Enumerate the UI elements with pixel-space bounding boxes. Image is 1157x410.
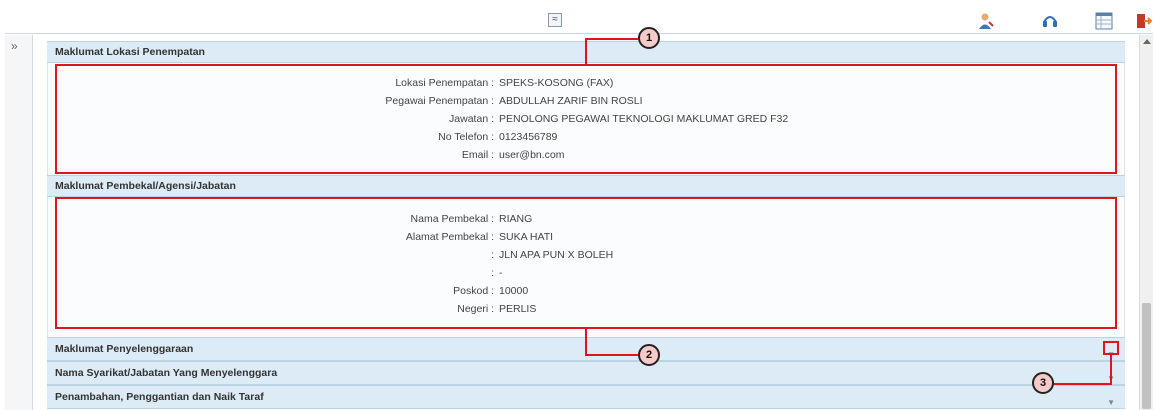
logout-icon[interactable] [1135,12,1153,30]
callout-line [1110,355,1112,384]
section-title: Maklumat Penyelenggaraan [55,343,194,355]
collapse-up-icon[interactable]: ≈ [548,13,562,27]
user-icon[interactable] [977,12,995,30]
section-title: Penambahan, Penggantian dan Naik Taraf [55,391,264,403]
callout-marker-3: 3 [1032,372,1054,394]
section-title: Nama Syarikat/Jabatan Yang Menyelenggara [55,367,278,379]
grid-icon[interactable] [1095,12,1113,30]
callout-marker-1: 1 [638,27,660,49]
section-header-penambahan[interactable]: Penambahan, Penggantian dan Naik Taraf ▼ [47,385,1125,409]
callout-marker-2: 2 [638,344,660,366]
section-title: Maklumat Lokasi Penempatan [55,46,205,58]
callout-line [585,39,587,65]
top-toolbar: ≈ [5,4,1153,34]
helpdesk-icon[interactable] [1041,12,1059,30]
callout-line [1052,383,1112,385]
scroll-up-arrow-icon[interactable] [1143,39,1151,44]
highlight-box-3 [1103,341,1119,355]
callout-line [585,38,638,40]
callout-line [585,354,638,356]
chevron-down-icon[interactable]: ▼ [1107,392,1115,410]
highlight-box-2 [55,197,1117,329]
section-header-pembekal[interactable]: Maklumat Pembekal/Agensi/Jabatan [47,175,1125,197]
highlight-box-1 [55,64,1117,174]
section-title: Maklumat Pembekal/Agensi/Jabatan [55,180,236,192]
expand-sidebar-icon[interactable]: » [11,39,18,53]
vertical-scrollbar[interactable] [1139,35,1153,410]
scrollbar-thumb[interactable] [1142,303,1151,409]
side-rail: » [5,35,33,410]
callout-line [585,329,587,355]
section-header-syarikat[interactable]: Nama Syarikat/Jabatan Yang Menyelenggara… [47,361,1125,385]
